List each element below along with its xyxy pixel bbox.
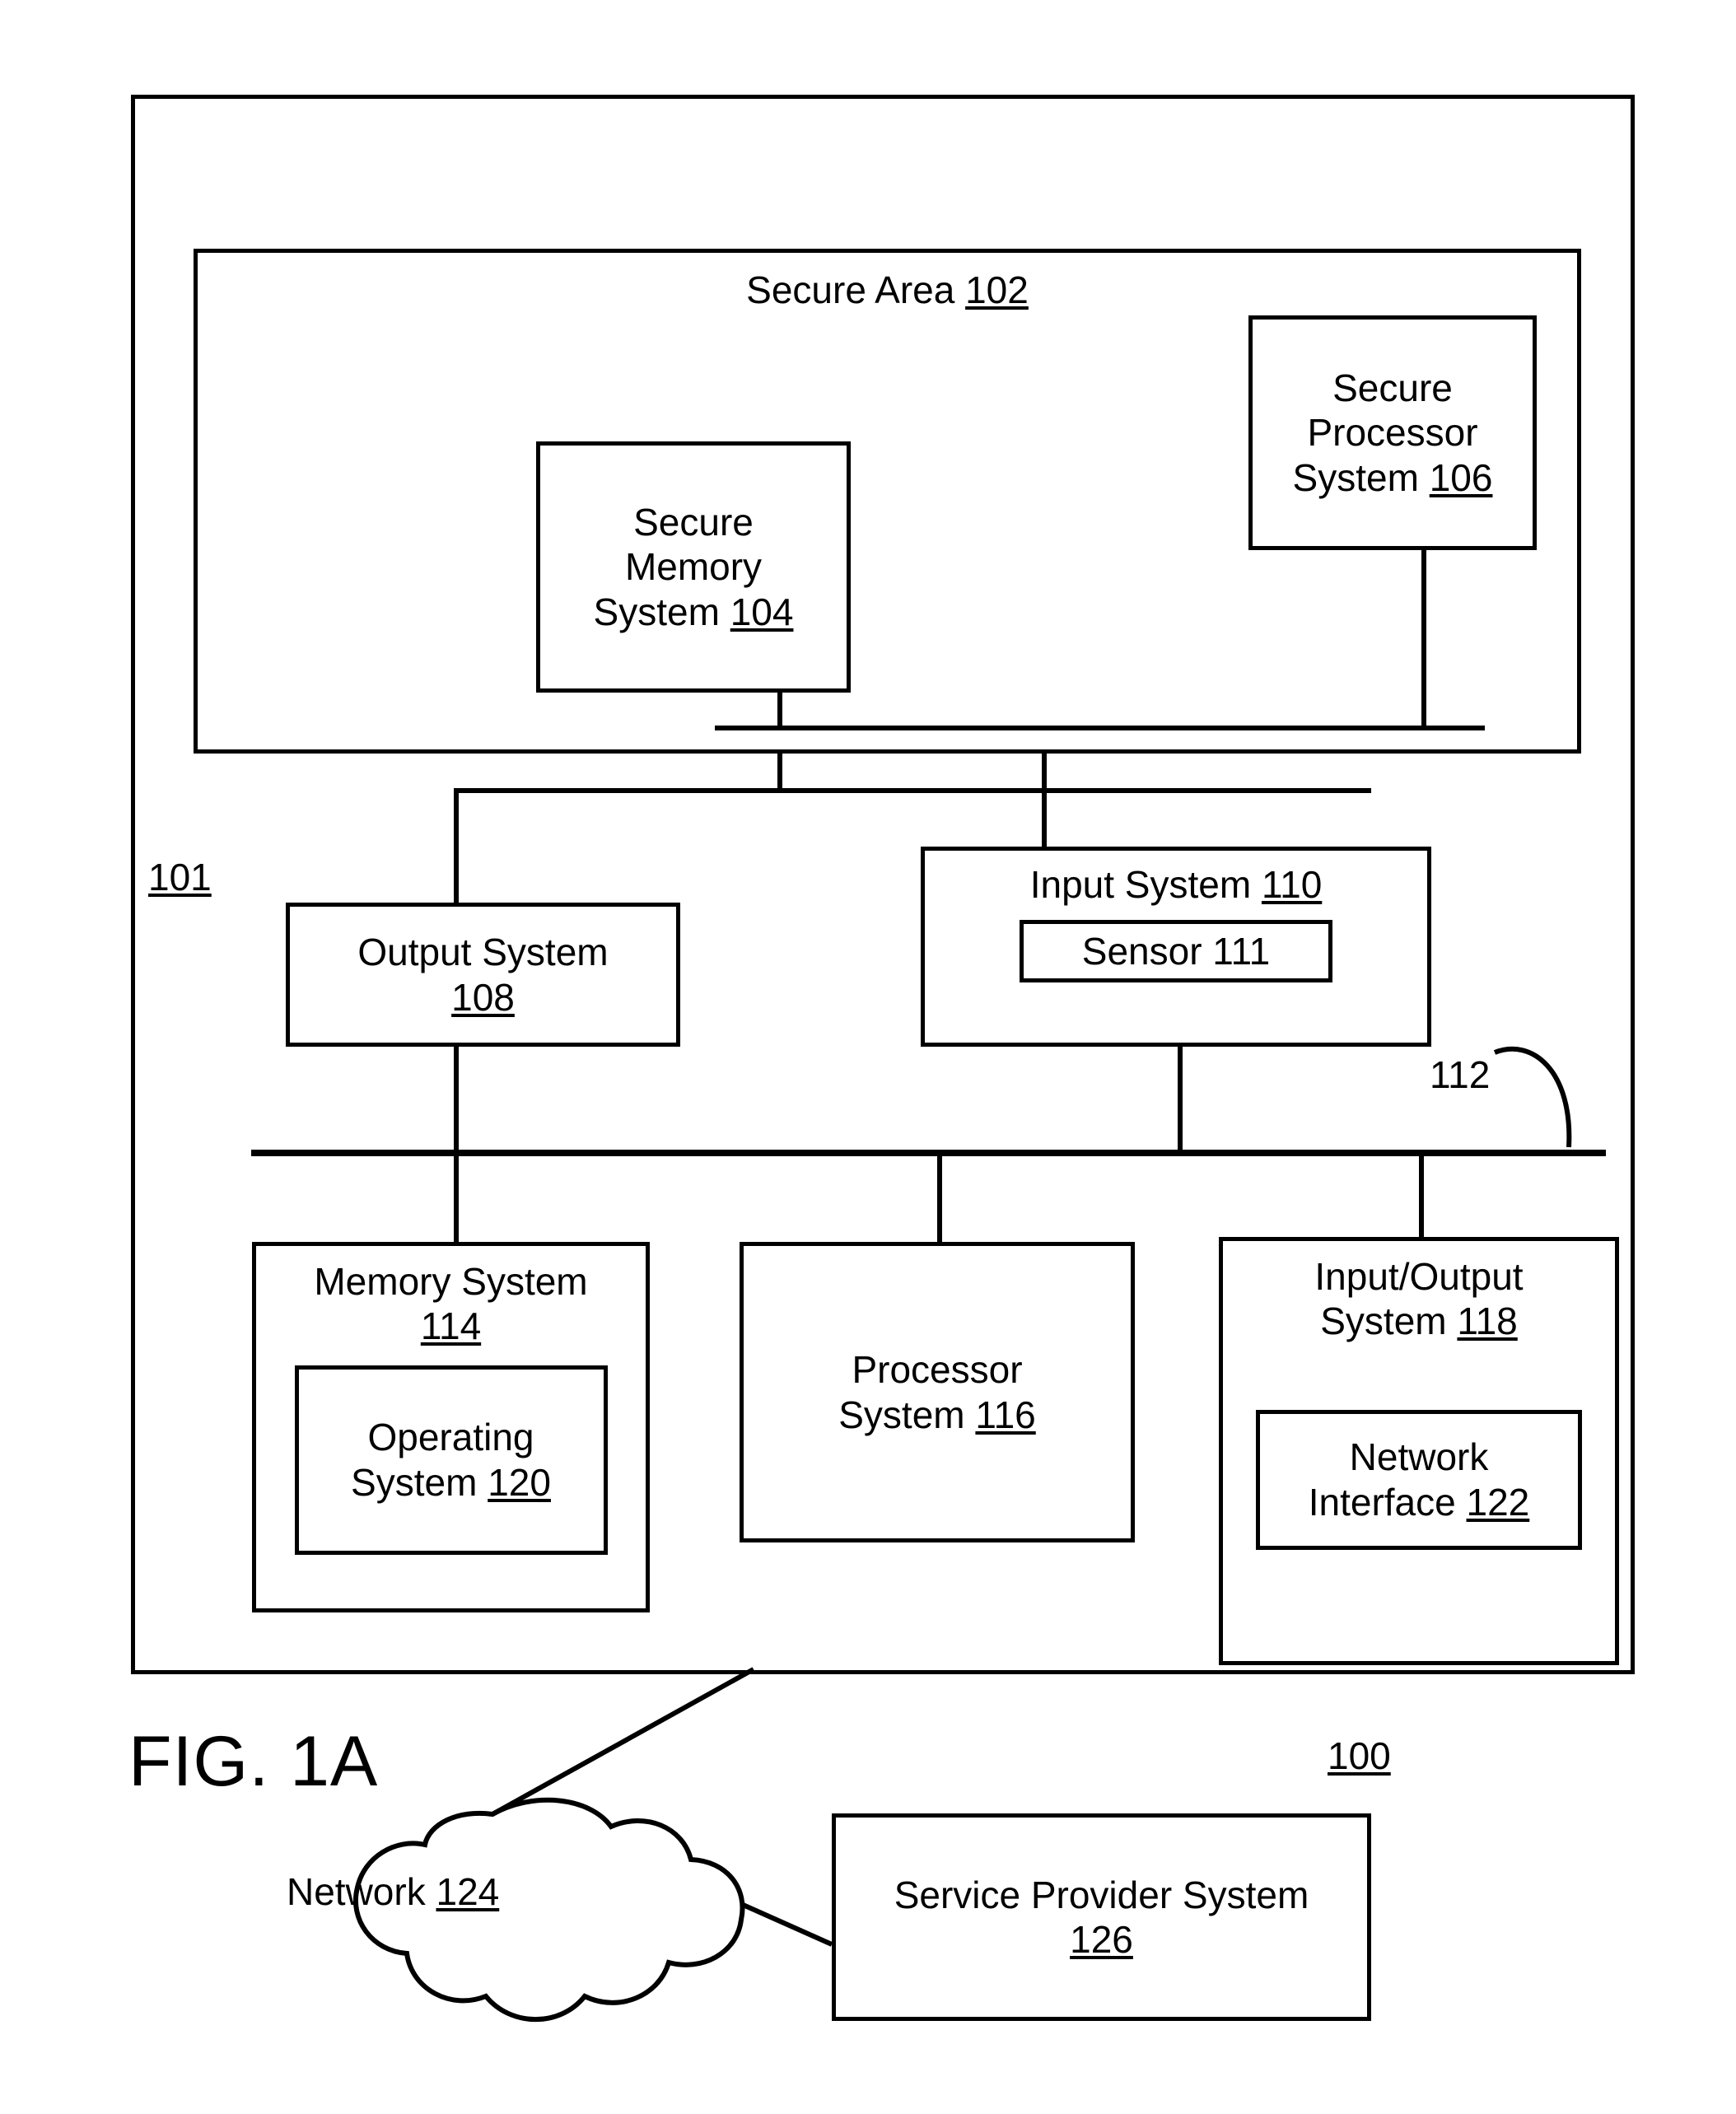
- output-system-top-stub: [454, 820, 459, 904]
- service-provider-system-text: Service Provider System: [894, 1873, 1309, 1916]
- sensor-box[interactable]: Sensor 111: [1020, 920, 1332, 983]
- secure-area-title-ref: 102: [965, 268, 1029, 311]
- secure-area-drop-left: [777, 752, 782, 791]
- secure-memory-system-ref: 104: [730, 590, 794, 633]
- secure-area-title: Secure Area 102: [746, 268, 1029, 312]
- secure-area-title-text: Secure Area: [746, 268, 966, 311]
- memory-system-ref: 114: [420, 1304, 482, 1348]
- device-ref-101-value: 101: [148, 856, 212, 898]
- secure-processor-system-label: Secure Processor System 106: [1293, 366, 1493, 500]
- bus-ref-112-value: 112: [1430, 1053, 1491, 1096]
- system-ref-100: 100: [1328, 1734, 1391, 1778]
- service-provider-system-ref: 126: [1070, 1918, 1133, 1961]
- secure-memory-system-label: Secure Memory System 104: [594, 500, 794, 634]
- figure-canvas: 101 Secure Area 102 Secure Memory System…: [0, 0, 1736, 2114]
- network-interface-ref: 122: [1466, 1480, 1530, 1524]
- processor-system-box[interactable]: Processor System 116: [740, 1242, 1135, 1542]
- operating-system-box[interactable]: Operating System 120: [294, 1365, 608, 1555]
- processor-system-ref: 116: [975, 1393, 1036, 1436]
- network-to-service-provider-link: [740, 1902, 833, 1947]
- network-interface-label: Network Interface 122: [1309, 1435, 1530, 1524]
- sensor-label: Sensor 111: [1082, 929, 1270, 973]
- operating-system-label: Operating System 120: [351, 1415, 551, 1505]
- output-system-bus-drop: [454, 1045, 459, 1154]
- secure-memory-system-box[interactable]: Secure Memory System 104: [536, 441, 851, 693]
- output-system-ref: 108: [451, 975, 515, 1019]
- secure-processor-system-ref: 106: [1429, 455, 1493, 499]
- input-output-system-label: Input/Output System 118: [1314, 1254, 1523, 1344]
- input-output-system-box[interactable]: Input/Output System 118 Network Interfac…: [1219, 1237, 1619, 1665]
- network-cloud-text: Network: [287, 1870, 436, 1913]
- memory-system-bus-stub: [454, 1150, 459, 1244]
- network-cloud-ref: 124: [436, 1870, 500, 1913]
- input-system-box[interactable]: Input System 110 Sensor 111: [921, 847, 1431, 1047]
- network-cloud-label: Network 124: [287, 1869, 499, 1914]
- memory-system-label: Memory System 114: [314, 1259, 587, 1349]
- figure-caption: FIG. 1A: [128, 1721, 378, 1803]
- input-system-ref: 110: [1261, 863, 1323, 906]
- input-system-text: Input System: [1029, 863, 1262, 906]
- memory-system-box[interactable]: Memory System 114 Operating System 120: [252, 1242, 650, 1612]
- device-to-network-leader: [491, 1667, 755, 1817]
- input-system-feed: [1042, 752, 1047, 847]
- input-system-label: Input System 110: [1030, 862, 1323, 907]
- secure-processor-bus-stub: [1421, 550, 1426, 728]
- memory-system-text: Memory System: [314, 1260, 588, 1303]
- service-provider-system-label: Service Provider System 126: [894, 1873, 1309, 1962]
- input-output-system-bus-stub: [1419, 1150, 1424, 1239]
- processor-system-bus-stub: [937, 1150, 942, 1244]
- secure-area-branch-top: [454, 788, 1371, 793]
- secure-area-internal-bus: [715, 726, 1485, 730]
- device-ref-101: 101: [148, 855, 212, 899]
- output-system-feed: [454, 788, 459, 820]
- output-system-label: Output System 108: [357, 930, 608, 1020]
- sensor-text: Sensor 111: [1081, 930, 1271, 973]
- input-output-system-ref: 118: [1457, 1300, 1518, 1343]
- system-ref-100-value: 100: [1328, 1734, 1391, 1777]
- network-interface-text: Network Interface: [1308, 1435, 1489, 1524]
- network-interface-box[interactable]: Network Interface 122: [1256, 1409, 1582, 1550]
- secure-processor-system-box[interactable]: Secure Processor System 106: [1248, 315, 1537, 550]
- output-system-text: Output System: [357, 931, 609, 974]
- secure-memory-bus-stub: [777, 693, 782, 728]
- figure-caption-text: FIG. 1A: [128, 1722, 379, 1801]
- processor-system-label: Processor System 116: [838, 1347, 1036, 1437]
- input-system-bus-drop: [1178, 1045, 1183, 1154]
- output-system-box[interactable]: Output System 108: [286, 903, 680, 1047]
- operating-system-ref: 120: [488, 1460, 551, 1504]
- service-provider-system-box[interactable]: Service Provider System 126: [832, 1813, 1371, 2021]
- bus-ref-112: 112: [1430, 1052, 1490, 1097]
